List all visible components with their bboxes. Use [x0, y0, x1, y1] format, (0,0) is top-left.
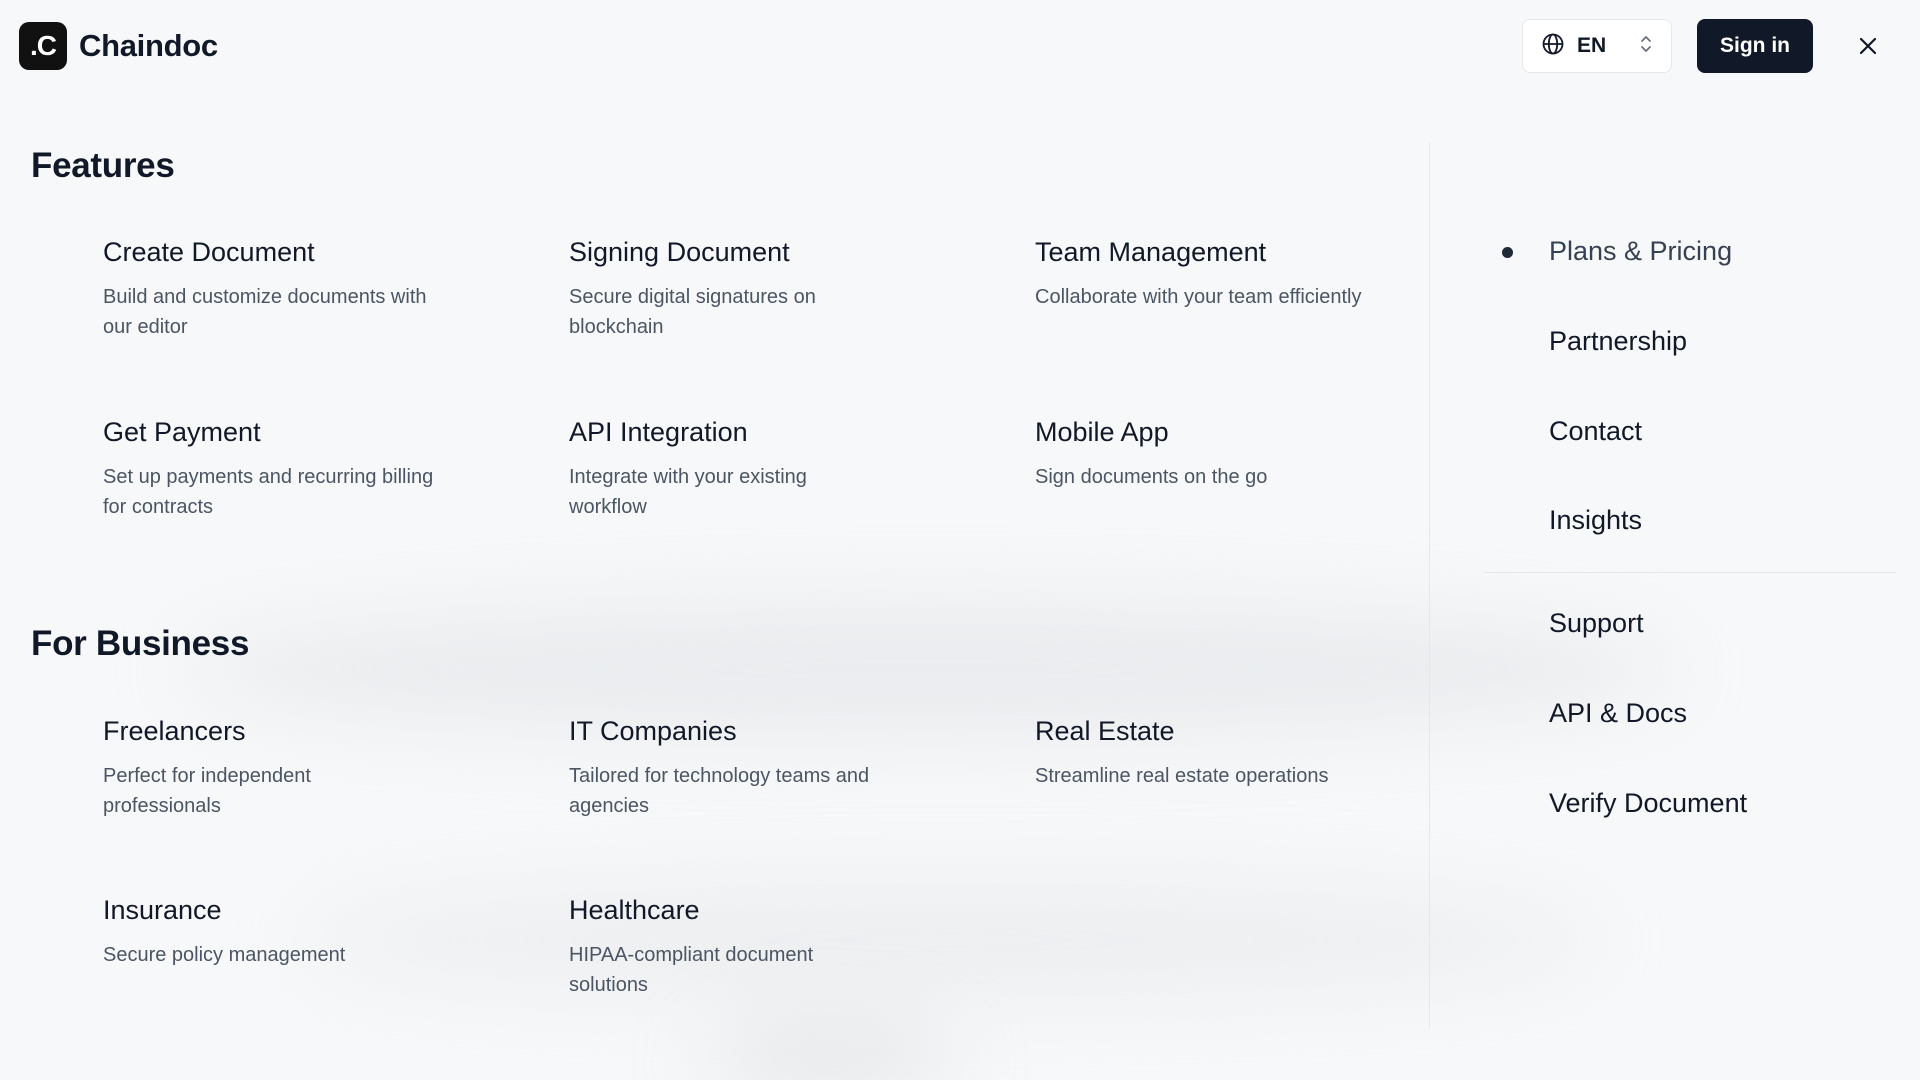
item-title: Signing Document — [569, 237, 790, 267]
item-description: Tailored for technology teams and agenci… — [569, 765, 870, 817]
logo-mark: .C — [19, 22, 67, 70]
item-description: Sign documents on the go — [1035, 466, 1268, 488]
item-title: Insurance — [103, 895, 222, 925]
language-selector[interactable]: EN — [1522, 19, 1672, 73]
item-description: Build and customize documents with our e… — [103, 286, 427, 338]
feature-team-management[interactable]: Team Management Collaborate with your te… — [1035, 237, 1365, 312]
item-title: Get Payment — [103, 417, 261, 447]
brand-logo[interactable]: .C Chaindoc — [19, 22, 218, 70]
feature-mobile-app[interactable]: Mobile App Sign documents on the go — [1035, 417, 1375, 492]
chevron-up-down-icon — [1639, 34, 1653, 59]
language-code: EN — [1577, 34, 1607, 57]
item-description: Secure policy management — [103, 944, 346, 966]
item-description: Set up payments and recurring billing fo… — [103, 466, 434, 518]
business-insurance[interactable]: Insurance Secure policy management — [103, 895, 423, 970]
nav-insights[interactable]: Insights — [1549, 505, 1642, 536]
item-description: Secure digital signatures on blockchain — [569, 286, 816, 338]
item-title: API Integration — [569, 417, 748, 447]
item-title: Mobile App — [1035, 417, 1169, 447]
background-blur — [180, 600, 1680, 740]
business-freelancers[interactable]: Freelancers Perfect for independent prof… — [103, 716, 403, 821]
feature-api-integration[interactable]: API Integration Integrate with your exis… — [569, 417, 869, 522]
item-title: Freelancers — [103, 716, 246, 746]
business-healthcare[interactable]: Healthcare HIPAA-compliant document solu… — [569, 895, 869, 1000]
item-title: Real Estate — [1035, 716, 1175, 746]
item-title: Create Document — [103, 237, 315, 267]
column-divider — [1429, 142, 1430, 1028]
globe-icon — [1541, 32, 1565, 61]
item-title: IT Companies — [569, 716, 737, 746]
item-description: Integrate with your existing workflow — [569, 466, 807, 518]
business-real-estate[interactable]: Real Estate Streamline real estate opera… — [1035, 716, 1405, 791]
close-icon[interactable] — [1853, 31, 1883, 61]
business-it-companies[interactable]: IT Companies Tailored for technology tea… — [569, 716, 909, 821]
item-description: Perfect for independent professionals — [103, 765, 311, 817]
item-title: Team Management — [1035, 237, 1267, 267]
item-description: Collaborate with your team efficiently — [1035, 286, 1362, 308]
nav-support[interactable]: Support — [1549, 608, 1644, 639]
feature-create-document[interactable]: Create Document Build and customize docu… — [103, 237, 443, 342]
item-title: Healthcare — [569, 895, 700, 925]
top-bar: .C Chaindoc EN Sign in — [0, 0, 1920, 92]
business-heading: For Business — [31, 624, 250, 663]
sign-in-button[interactable]: Sign in — [1697, 19, 1813, 73]
feature-get-payment[interactable]: Get Payment Set up payments and recurrin… — [103, 417, 443, 522]
mobile-nav-overlay: .C Chaindoc EN Sign in Features Create D… — [0, 0, 1920, 1080]
background-blur — [300, 880, 1600, 1000]
background-blur — [700, 1020, 960, 1080]
header-actions: EN Sign in — [1522, 19, 1901, 73]
features-heading: Features — [31, 146, 175, 185]
brand-name: Chaindoc — [79, 28, 218, 63]
nav-divider — [1484, 572, 1896, 573]
item-description: HIPAA-compliant document solutions — [569, 944, 814, 996]
nav-verify-document[interactable]: Verify Document — [1549, 788, 1747, 819]
nav-api-docs[interactable]: API & Docs — [1549, 698, 1687, 729]
nav-plans-pricing[interactable]: Plans & Pricing — [1549, 236, 1732, 267]
nav-contact[interactable]: Contact — [1549, 416, 1642, 447]
nav-partnership[interactable]: Partnership — [1549, 326, 1687, 357]
active-indicator — [1502, 247, 1513, 258]
item-description: Streamline real estate operations — [1035, 765, 1329, 787]
feature-signing-document[interactable]: Signing Document Secure digital signatur… — [569, 237, 869, 342]
